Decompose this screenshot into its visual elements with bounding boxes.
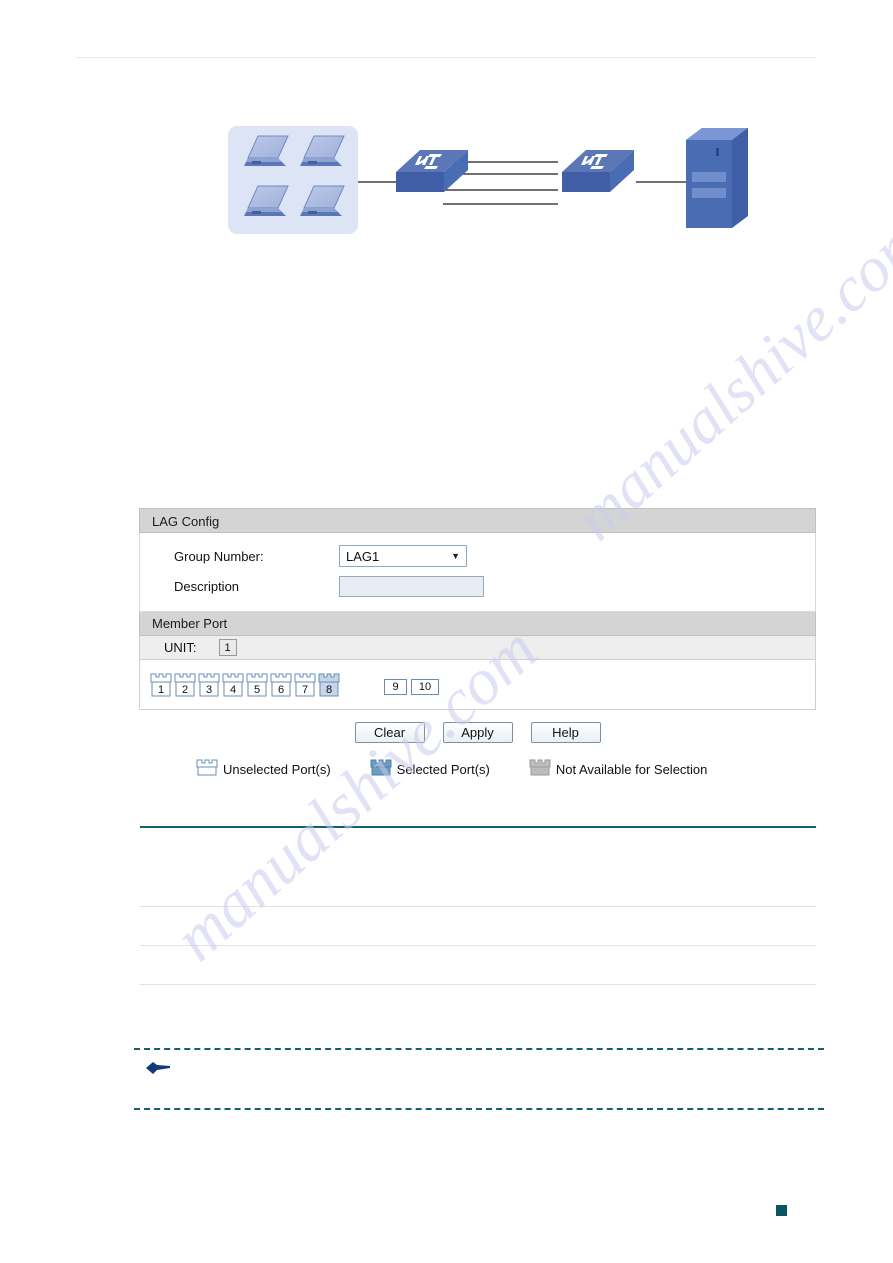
port-9-label: 9 bbox=[392, 681, 399, 693]
lag-config-panel: LAG Config Group Number: LAG1 ▼ Descript… bbox=[139, 508, 816, 779]
selected-port-icon bbox=[370, 759, 392, 779]
port-10[interactable]: 10 bbox=[411, 679, 439, 695]
unavailable-port-icon bbox=[529, 759, 551, 779]
member-port-title: Member Port bbox=[139, 612, 816, 636]
group-number-select[interactable]: LAG1 ▼ bbox=[339, 545, 467, 567]
note-top-border bbox=[134, 1048, 824, 1050]
group-number-label: Group Number: bbox=[174, 548, 264, 564]
note-bottom-border bbox=[134, 1108, 824, 1110]
table-row-separator bbox=[140, 945, 816, 946]
port-1-label: 1 bbox=[158, 684, 164, 696]
port-10-label: 10 bbox=[418, 681, 432, 693]
port-5[interactable]: 5 bbox=[246, 672, 268, 698]
legend-unselected: Unselected Port(s) bbox=[191, 759, 331, 779]
server bbox=[686, 128, 748, 228]
section-divider bbox=[140, 826, 816, 828]
note-box bbox=[134, 1048, 824, 1110]
table-row-separator bbox=[140, 906, 816, 907]
page-top-rule bbox=[76, 57, 816, 58]
port-4[interactable]: 4 bbox=[222, 672, 244, 698]
port-7-label: 7 bbox=[302, 684, 308, 696]
port-3-label: 3 bbox=[206, 684, 212, 696]
client-laptops-group bbox=[228, 126, 358, 234]
unit-label: UNIT: bbox=[164, 640, 197, 655]
lag-config-body: Group Number: LAG1 ▼ Description bbox=[139, 533, 816, 612]
port-legend: Unselected Port(s) Selected Port(s) Not … bbox=[139, 759, 816, 779]
legend-unselected-label: Unselected Port(s) bbox=[223, 761, 331, 777]
port-8[interactable]: 8 bbox=[318, 672, 340, 698]
clear-button[interactable]: Clear bbox=[354, 722, 425, 743]
chevron-down-icon: ▼ bbox=[451, 551, 460, 561]
legend-unavailable: Not Available for Selection bbox=[524, 759, 708, 779]
port-3[interactable]: 3 bbox=[198, 672, 220, 698]
legend-unavailable-label: Not Available for Selection bbox=[555, 761, 708, 777]
port-6[interactable]: 6 bbox=[270, 672, 292, 698]
pointing-hand-icon bbox=[144, 1060, 174, 1083]
port-1[interactable]: 1 bbox=[150, 672, 172, 698]
switch-left bbox=[396, 150, 468, 192]
legend-selected-label: Selected Port(s) bbox=[396, 761, 490, 777]
unselected-port-icon bbox=[196, 759, 218, 779]
table-row-separator bbox=[140, 984, 816, 985]
description-input[interactable] bbox=[339, 575, 484, 597]
port-5-label: 5 bbox=[254, 684, 260, 696]
unit-row: UNIT: 1 bbox=[139, 636, 816, 660]
unit-value-box[interactable]: 1 bbox=[218, 639, 237, 656]
description-label: Description bbox=[174, 578, 240, 594]
lag-config-title: LAG Config bbox=[139, 508, 816, 533]
port-8-label: 8 bbox=[326, 684, 332, 696]
port-grid: 1 2 3 4 5 6 7 8 9 10 bbox=[139, 660, 816, 710]
port-7[interactable]: 7 bbox=[294, 672, 316, 698]
port-2-label: 2 bbox=[182, 684, 188, 696]
port-6-label: 6 bbox=[278, 684, 284, 696]
group-number-value: LAG1 bbox=[346, 548, 380, 564]
group-number-row: Group Number: LAG1 ▼ bbox=[140, 541, 815, 571]
description-row: Description bbox=[140, 571, 815, 601]
switch-right bbox=[562, 150, 634, 192]
page-marker bbox=[776, 1205, 787, 1216]
lag-topology-diagram bbox=[200, 120, 780, 260]
action-buttons: Clear Apply Help bbox=[139, 722, 816, 743]
port-4-label: 4 bbox=[230, 684, 236, 696]
help-button[interactable]: Help bbox=[530, 722, 601, 743]
port-9[interactable]: 9 bbox=[384, 679, 407, 695]
legend-selected: Selected Port(s) bbox=[365, 759, 490, 779]
apply-button[interactable]: Apply bbox=[442, 722, 513, 743]
port-2[interactable]: 2 bbox=[174, 672, 196, 698]
